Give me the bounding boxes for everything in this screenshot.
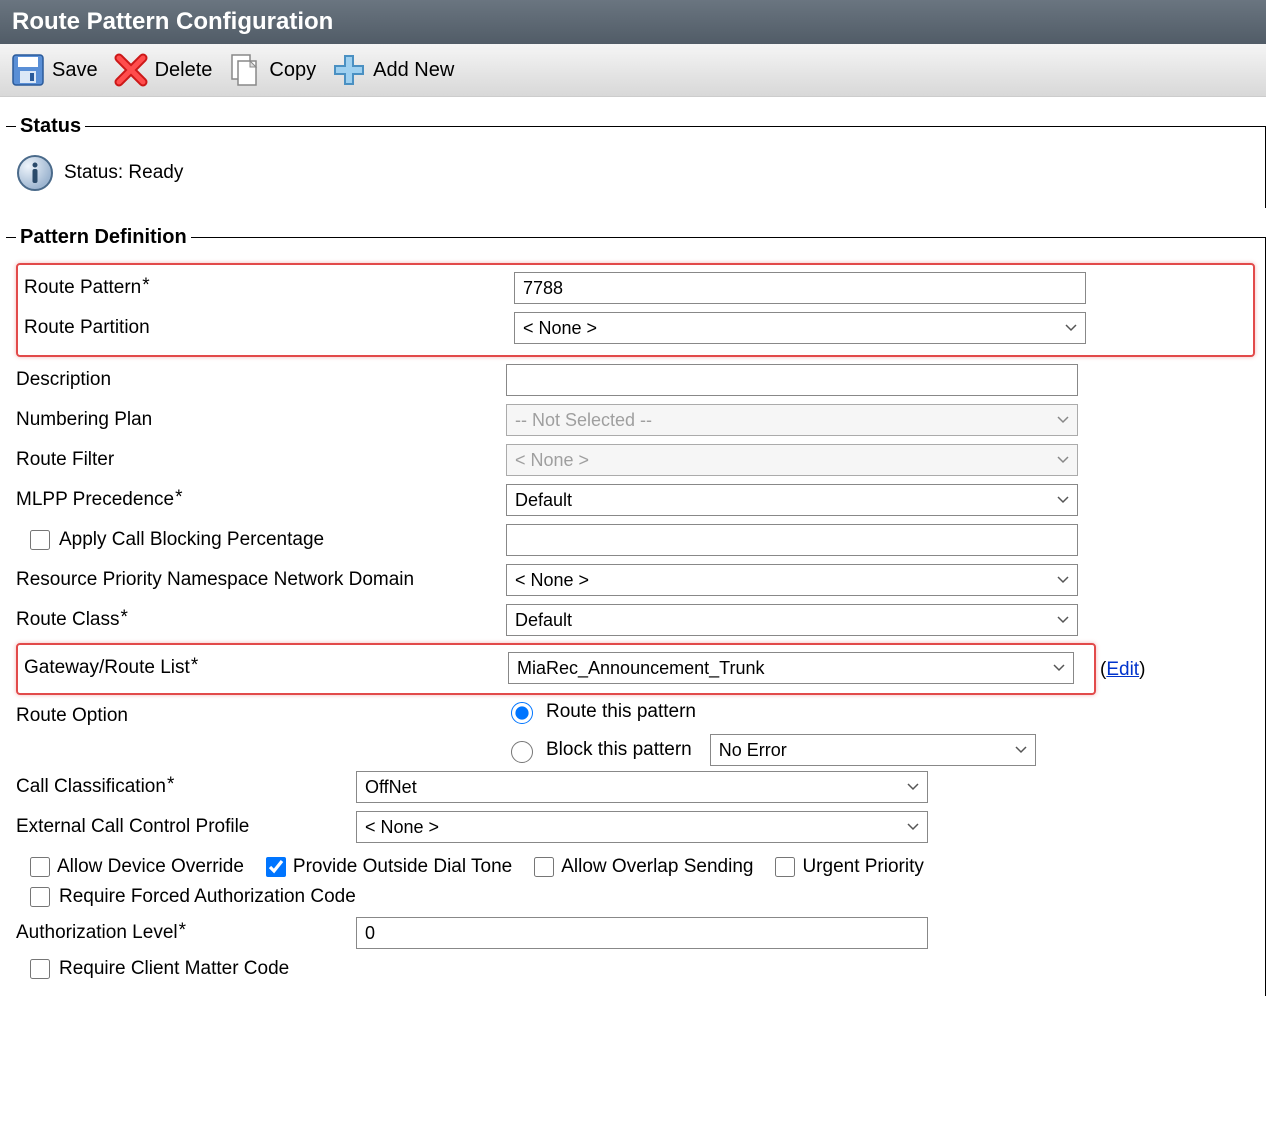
allow-device-override-checkbox[interactable] (30, 857, 50, 877)
allow-overlap-checkbox[interactable] (534, 857, 554, 877)
route-class-select[interactable]: Default (506, 604, 1078, 636)
save-label: Save (52, 59, 98, 82)
require-cmc-label: Require Client Matter Code (59, 958, 289, 980)
require-fac-checkbox[interactable] (30, 887, 50, 907)
route-partition-select[interactable]: < None > (514, 312, 1086, 344)
route-filter-select[interactable]: < None > (506, 444, 1078, 476)
urgent-priority-checkbox[interactable] (775, 857, 795, 877)
call-classification-select[interactable]: OffNet (356, 771, 928, 803)
pattern-legend: Pattern Definition (16, 226, 191, 249)
route-option-block-label: Block this pattern (546, 739, 692, 761)
urgent-priority-label: Urgent Priority (802, 856, 923, 878)
route-filter-label: Route Filter (16, 449, 114, 470)
apply-call-blocking-label: Apply Call Blocking Percentage (59, 529, 324, 551)
required-mark: * (121, 607, 128, 628)
delete-icon (113, 52, 149, 88)
route-class-label: Route Class (16, 609, 120, 630)
save-button[interactable]: Save (10, 52, 98, 88)
numbering-plan-label: Numbering Plan (16, 409, 152, 430)
gateway-label: Gateway/Route List (24, 657, 190, 678)
required-mark: * (179, 920, 186, 941)
toolbar: Save Delete Copy Add New (0, 44, 1266, 97)
required-mark: * (142, 275, 149, 296)
call-classification-label: Call Classification (16, 776, 166, 797)
block-error-select[interactable]: No Error (710, 734, 1036, 766)
page-header: Route Pattern Configuration (0, 0, 1266, 44)
require-cmc-checkbox[interactable] (30, 959, 50, 979)
numbering-plan-select[interactable]: -- Not Selected -- (506, 404, 1078, 436)
apply-call-blocking-checkbox[interactable] (30, 530, 50, 550)
addnew-label: Add New (373, 59, 454, 82)
eccp-label: External Call Control Profile (16, 816, 249, 837)
route-partition-label: Route Partition (24, 317, 150, 338)
required-mark: * (191, 655, 198, 676)
rpnnd-label: Resource Priority Namespace Network Doma… (16, 569, 414, 590)
info-icon (16, 154, 54, 192)
status-fieldset: Status Status: Ready (6, 115, 1266, 208)
auth-level-input[interactable] (356, 917, 928, 949)
eccp-select[interactable]: < None > (356, 811, 928, 843)
route-pattern-label: Route Pattern (24, 277, 141, 298)
addnew-button[interactable]: Add New (331, 52, 454, 88)
edit-link[interactable]: Edit (1106, 659, 1139, 681)
copy-icon (227, 52, 263, 88)
status-text: Status: Ready (64, 162, 183, 184)
auth-level-label: Authorization Level (16, 922, 178, 943)
highlight-gateway: Gateway/Route List* MiaRec_Announcement_… (16, 643, 1096, 695)
allow-overlap-label: Allow Overlap Sending (561, 856, 753, 878)
required-mark: * (167, 774, 174, 795)
delete-label: Delete (155, 59, 213, 82)
apply-call-blocking-input (506, 524, 1078, 556)
route-option-route-radio[interactable] (511, 702, 533, 724)
plus-icon (331, 52, 367, 88)
rpnnd-select[interactable]: < None > (506, 564, 1078, 596)
route-pattern-input[interactable] (514, 272, 1086, 304)
gateway-select[interactable]: MiaRec_Announcement_Trunk (508, 652, 1074, 684)
pattern-definition-fieldset: Pattern Definition Route Pattern* Route … (6, 226, 1266, 996)
required-mark: * (175, 487, 182, 508)
copy-label: Copy (269, 59, 316, 82)
copy-button[interactable]: Copy (227, 52, 316, 88)
status-legend: Status (16, 115, 85, 138)
page-title: Route Pattern Configuration (12, 8, 333, 35)
route-option-label: Route Option (16, 705, 128, 726)
provide-outside-dial-checkbox[interactable] (266, 857, 286, 877)
allow-device-override-label: Allow Device Override (57, 856, 244, 878)
route-option-route-label: Route this pattern (546, 701, 696, 723)
route-option-block-radio[interactable] (511, 741, 533, 763)
provide-outside-dial-label: Provide Outside Dial Tone (293, 856, 512, 878)
description-label: Description (16, 369, 111, 390)
mlpp-select[interactable]: Default (506, 484, 1078, 516)
delete-button[interactable]: Delete (113, 52, 213, 88)
highlight-route-pattern: Route Pattern* Route Partition < None > (16, 263, 1255, 357)
save-icon (10, 52, 46, 88)
description-input[interactable] (506, 364, 1078, 396)
require-fac-label: Require Forced Authorization Code (59, 886, 356, 908)
mlpp-label: MLPP Precedence (16, 489, 174, 510)
